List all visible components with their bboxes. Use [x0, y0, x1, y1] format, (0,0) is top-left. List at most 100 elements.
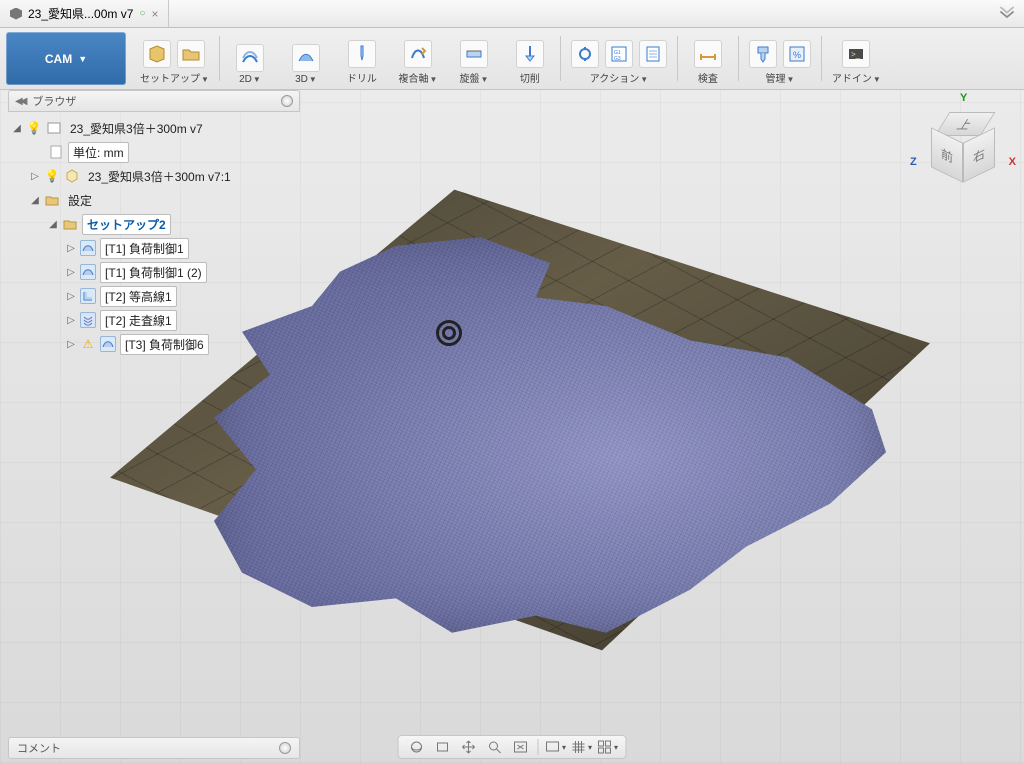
browser-collapse-button[interactable]: ◀◀ [15, 96, 24, 107]
setup-folder-icon[interactable] [177, 40, 205, 68]
ribbon-group-3d[interactable]: 3D▼ [278, 28, 334, 89]
orbit-button[interactable] [405, 737, 429, 757]
document-tab[interactable]: 23_愛知県...00m v7 ○ × [0, 0, 169, 27]
close-tab-button[interactable]: × [151, 7, 158, 21]
view-cube[interactable]: Y X Z 上 前 右 [914, 94, 1014, 194]
browser-panel: ◀◀ ブラウザ ◢ 💡 23_愛知県3倍＋300m v7 単位: mm ▷ 💡 … [8, 90, 300, 360]
document-cube-icon [10, 8, 22, 20]
ribbon-group-manage[interactable]: % 管理▼ [741, 28, 819, 89]
task-manager-icon[interactable]: % [783, 40, 811, 68]
navigation-toolbar: ▾ ▾ ▾ [398, 735, 627, 759]
document-dirty-indicator: ○ [139, 8, 145, 19]
tree-units[interactable]: 単位: mm [8, 140, 300, 164]
ribbon-group-2d[interactable]: 2D▼ [222, 28, 278, 89]
ribbon-group-turning[interactable]: 旋盤▼ [446, 28, 502, 89]
browser-panel-header[interactable]: ◀◀ ブラウザ [8, 90, 300, 112]
tree-setup-active[interactable]: ◢ セットアップ2 [8, 212, 300, 236]
collapse-ribbon-chevron-icon[interactable] [996, 6, 1018, 22]
viewcube-face-label: 上 [954, 116, 977, 133]
lightbulb-icon[interactable]: 💡 [26, 120, 42, 136]
axis-x-label: X [1009, 156, 1016, 168]
workspace-switcher-button[interactable]: CAM ▼ [6, 32, 126, 85]
chevron-down-icon: ▾ [614, 743, 618, 752]
ribbon-label: 複合軸 [398, 74, 428, 85]
warning-icon: ⚠ [80, 336, 96, 352]
turning-icon[interactable] [460, 40, 488, 68]
ribbon-group-addins[interactable]: >_ アドイン▼ [824, 28, 889, 89]
ribbon-label: 2D [239, 74, 252, 85]
ribbon-group-setup[interactable]: セットアップ▼ [132, 28, 217, 89]
disclosure-triangle-icon[interactable]: ▷ [66, 339, 76, 350]
ribbon-group-multiaxis[interactable]: 複合軸▼ [390, 28, 446, 89]
toolpath-2d-icon[interactable] [236, 44, 264, 72]
addins-icon[interactable]: >_ [842, 40, 870, 68]
viewport-layout-button[interactable]: ▾ [596, 737, 620, 757]
lightbulb-icon[interactable]: 💡 [44, 168, 60, 184]
setup-sheet-icon[interactable] [639, 40, 667, 68]
pan-button[interactable] [457, 737, 481, 757]
grid-settings-button[interactable]: ▾ [570, 737, 594, 757]
toolpath-3d-icon[interactable] [292, 44, 320, 72]
svg-text:G3: G3 [614, 56, 621, 62]
tree-operation[interactable]: ▷ [T1] 負荷制御1 (2) [8, 260, 300, 284]
adaptive-op-icon [80, 264, 96, 280]
tree-label: [T2] 走査線1 [100, 310, 177, 331]
measure-icon[interactable] [694, 40, 722, 68]
fit-button[interactable] [509, 737, 533, 757]
wcs-origin-icon[interactable] [436, 320, 462, 346]
component-icon [64, 168, 80, 184]
ribbon-label: 3D [295, 74, 308, 85]
chevron-down-icon: ▼ [640, 75, 648, 84]
multiaxis-icon[interactable] [404, 40, 432, 68]
component-icon [46, 120, 62, 136]
tree-label: [T2] 等高線1 [100, 286, 177, 307]
disclosure-triangle-icon[interactable]: ▷ [66, 291, 76, 302]
document-tab-title: 23_愛知県...00m v7 [28, 5, 133, 22]
tree-operation[interactable]: ▷ [T1] 負荷制御1 [8, 236, 300, 260]
axis-z-label: Z [910, 156, 917, 168]
pin-icon[interactable] [281, 95, 293, 107]
adaptive-op-icon [100, 336, 116, 352]
ribbon-group-drill[interactable]: ドリル [334, 28, 390, 89]
display-settings-button[interactable]: ▾ [544, 737, 568, 757]
gcode-icon[interactable]: G1G3 [605, 40, 633, 68]
disclosure-triangle-icon[interactable]: ◢ [12, 123, 22, 134]
pin-icon[interactable] [279, 742, 291, 754]
disclosure-triangle-icon[interactable]: ▷ [30, 171, 40, 182]
tree-setups-folder[interactable]: ◢ 設定 [8, 188, 300, 212]
cutting-icon[interactable] [516, 40, 544, 68]
chevron-down-icon: ▼ [78, 54, 87, 64]
tree-operation[interactable]: ▷ [T2] 等高線1 [8, 284, 300, 308]
tree-component[interactable]: ▷ 💡 23_愛知県3倍＋300m v7:1 [8, 164, 300, 188]
look-at-button[interactable] [431, 737, 455, 757]
ribbon-label: アクション [590, 74, 640, 85]
drill-icon[interactable] [348, 40, 376, 68]
setup-new-icon[interactable] [143, 40, 171, 68]
parallel-op-icon [80, 312, 96, 328]
ribbon-label: ドリル [347, 74, 377, 85]
folder-icon [44, 192, 60, 208]
disclosure-triangle-icon[interactable]: ◢ [48, 219, 58, 230]
tree-operation[interactable]: ▷ [T2] 走査線1 [8, 308, 300, 332]
workspace-label: CAM [45, 52, 72, 66]
ribbon-group-cutting[interactable]: 切削 [502, 28, 558, 89]
ribbon-label: 検査 [698, 74, 718, 85]
disclosure-triangle-icon[interactable]: ◢ [30, 195, 40, 206]
generate-icon[interactable] [571, 40, 599, 68]
tree-root[interactable]: ◢ 💡 23_愛知県3倍＋300m v7 [8, 116, 300, 140]
disclosure-triangle-icon[interactable]: ▷ [66, 315, 76, 326]
disclosure-triangle-icon[interactable]: ▷ [66, 243, 76, 254]
ribbon-group-inspect[interactable]: 検査 [680, 28, 736, 89]
comments-panel-header[interactable]: コメント [8, 737, 300, 759]
chevron-down-icon: ▼ [309, 75, 317, 84]
tool-library-icon[interactable] [749, 40, 777, 68]
chevron-down-icon: ▼ [253, 75, 261, 84]
tree-operation-warning[interactable]: ▷ ⚠ [T3] 負荷制御6 [8, 332, 300, 356]
zoom-button[interactable] [483, 737, 507, 757]
axis-y-label: Y [960, 92, 967, 104]
chevron-down-icon: ▼ [873, 75, 881, 84]
tree-label: 設定 [64, 191, 96, 210]
chevron-down-icon: ▾ [562, 743, 566, 752]
ribbon-group-actions[interactable]: G1G3 アクション▼ [563, 28, 675, 89]
disclosure-triangle-icon[interactable]: ▷ [66, 267, 76, 278]
